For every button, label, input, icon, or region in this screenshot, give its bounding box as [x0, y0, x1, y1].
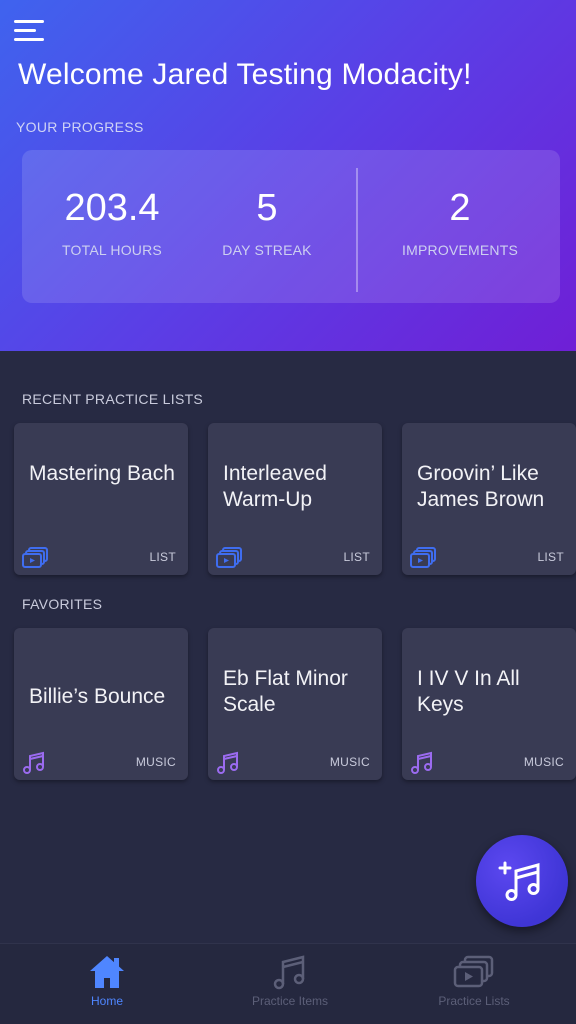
favorite-card[interactable]: I IV V In All Keys MUSIC — [402, 628, 576, 780]
add-music-button[interactable] — [476, 835, 568, 927]
add-music-icon — [498, 861, 540, 901]
music-note-icon — [273, 955, 305, 990]
recent-list-card[interactable]: Groovin’ Like James Brown LIST — [402, 423, 576, 575]
favorites-label: FAVORITES — [22, 596, 103, 612]
tab-practice-lists-label: Practice Lists — [438, 994, 510, 1008]
card-title: Eb Flat Minor Scale — [223, 667, 348, 716]
day-streak-stat: 5 DAY STREAK — [222, 186, 312, 258]
music-note-icon — [23, 751, 44, 774]
bottom-tab-bar: Home Practice Items Practice Lists — [0, 943, 576, 1024]
list-stack-icon — [410, 547, 436, 568]
recent-lists-label: RECENT PRACTICE LISTS — [22, 391, 204, 407]
list-stack-icon — [22, 547, 48, 568]
improvements-label: IMPROVEMENTS — [402, 242, 518, 258]
stat-divider — [356, 168, 358, 292]
tab-practice-lists[interactable]: Practice Lists — [394, 944, 554, 1024]
header: Welcome Jared Testing Modacity! YOUR PRO… — [0, 0, 576, 351]
total-hours-label: TOTAL HOURS — [62, 242, 162, 258]
list-stack-icon — [216, 547, 242, 568]
progress-card: 203.4 TOTAL HOURS 5 DAY STREAK 2 IMPROVE… — [22, 150, 560, 303]
card-type-label: LIST — [149, 550, 176, 564]
card-type-label: MUSIC — [329, 755, 370, 769]
card-title: Interleaved Warm-Up — [223, 462, 327, 511]
card-type-label: MUSIC — [135, 755, 176, 769]
total-hours-stat: 203.4 TOTAL HOURS — [62, 186, 162, 258]
recent-list-card[interactable]: Interleaved Warm-Up LIST — [208, 423, 382, 575]
card-type-label: MUSIC — [523, 755, 564, 769]
card-title: Groovin’ Like James Brown — [417, 462, 545, 511]
recent-list-card[interactable]: Mastering Bach LIST — [14, 423, 188, 575]
music-note-icon — [217, 751, 238, 774]
music-note-icon — [411, 751, 432, 774]
card-title: Billie’s Bounce — [29, 685, 166, 708]
day-streak-value: 5 — [256, 187, 278, 229]
list-stack-icon — [453, 955, 494, 988]
card-type-label: LIST — [537, 550, 564, 564]
total-hours-value: 203.4 — [64, 187, 160, 229]
welcome-title: Welcome Jared Testing Modacity! — [18, 58, 472, 91]
tab-home-label: Home — [90, 994, 123, 1008]
tab-practice-items-label: Practice Items — [251, 994, 329, 1008]
card-type-label: LIST — [343, 550, 370, 564]
card-title: I IV V In All Keys — [417, 667, 520, 716]
menu-icon[interactable] — [14, 20, 46, 44]
home-icon — [90, 956, 124, 988]
tab-practice-items[interactable]: Practice Items — [210, 944, 370, 1024]
favorite-card[interactable]: Eb Flat Minor Scale MUSIC — [208, 628, 382, 780]
progress-section-label: YOUR PROGRESS — [16, 119, 144, 135]
day-streak-label: DAY STREAK — [222, 242, 312, 258]
improvements-stat: 2 IMPROVEMENTS — [400, 186, 520, 258]
favorite-card[interactable]: Billie’s Bounce MUSIC — [14, 628, 188, 780]
tab-home[interactable]: Home — [27, 944, 187, 1024]
card-title: Mastering Bach — [29, 462, 175, 485]
improvements-value: 2 — [449, 187, 471, 229]
